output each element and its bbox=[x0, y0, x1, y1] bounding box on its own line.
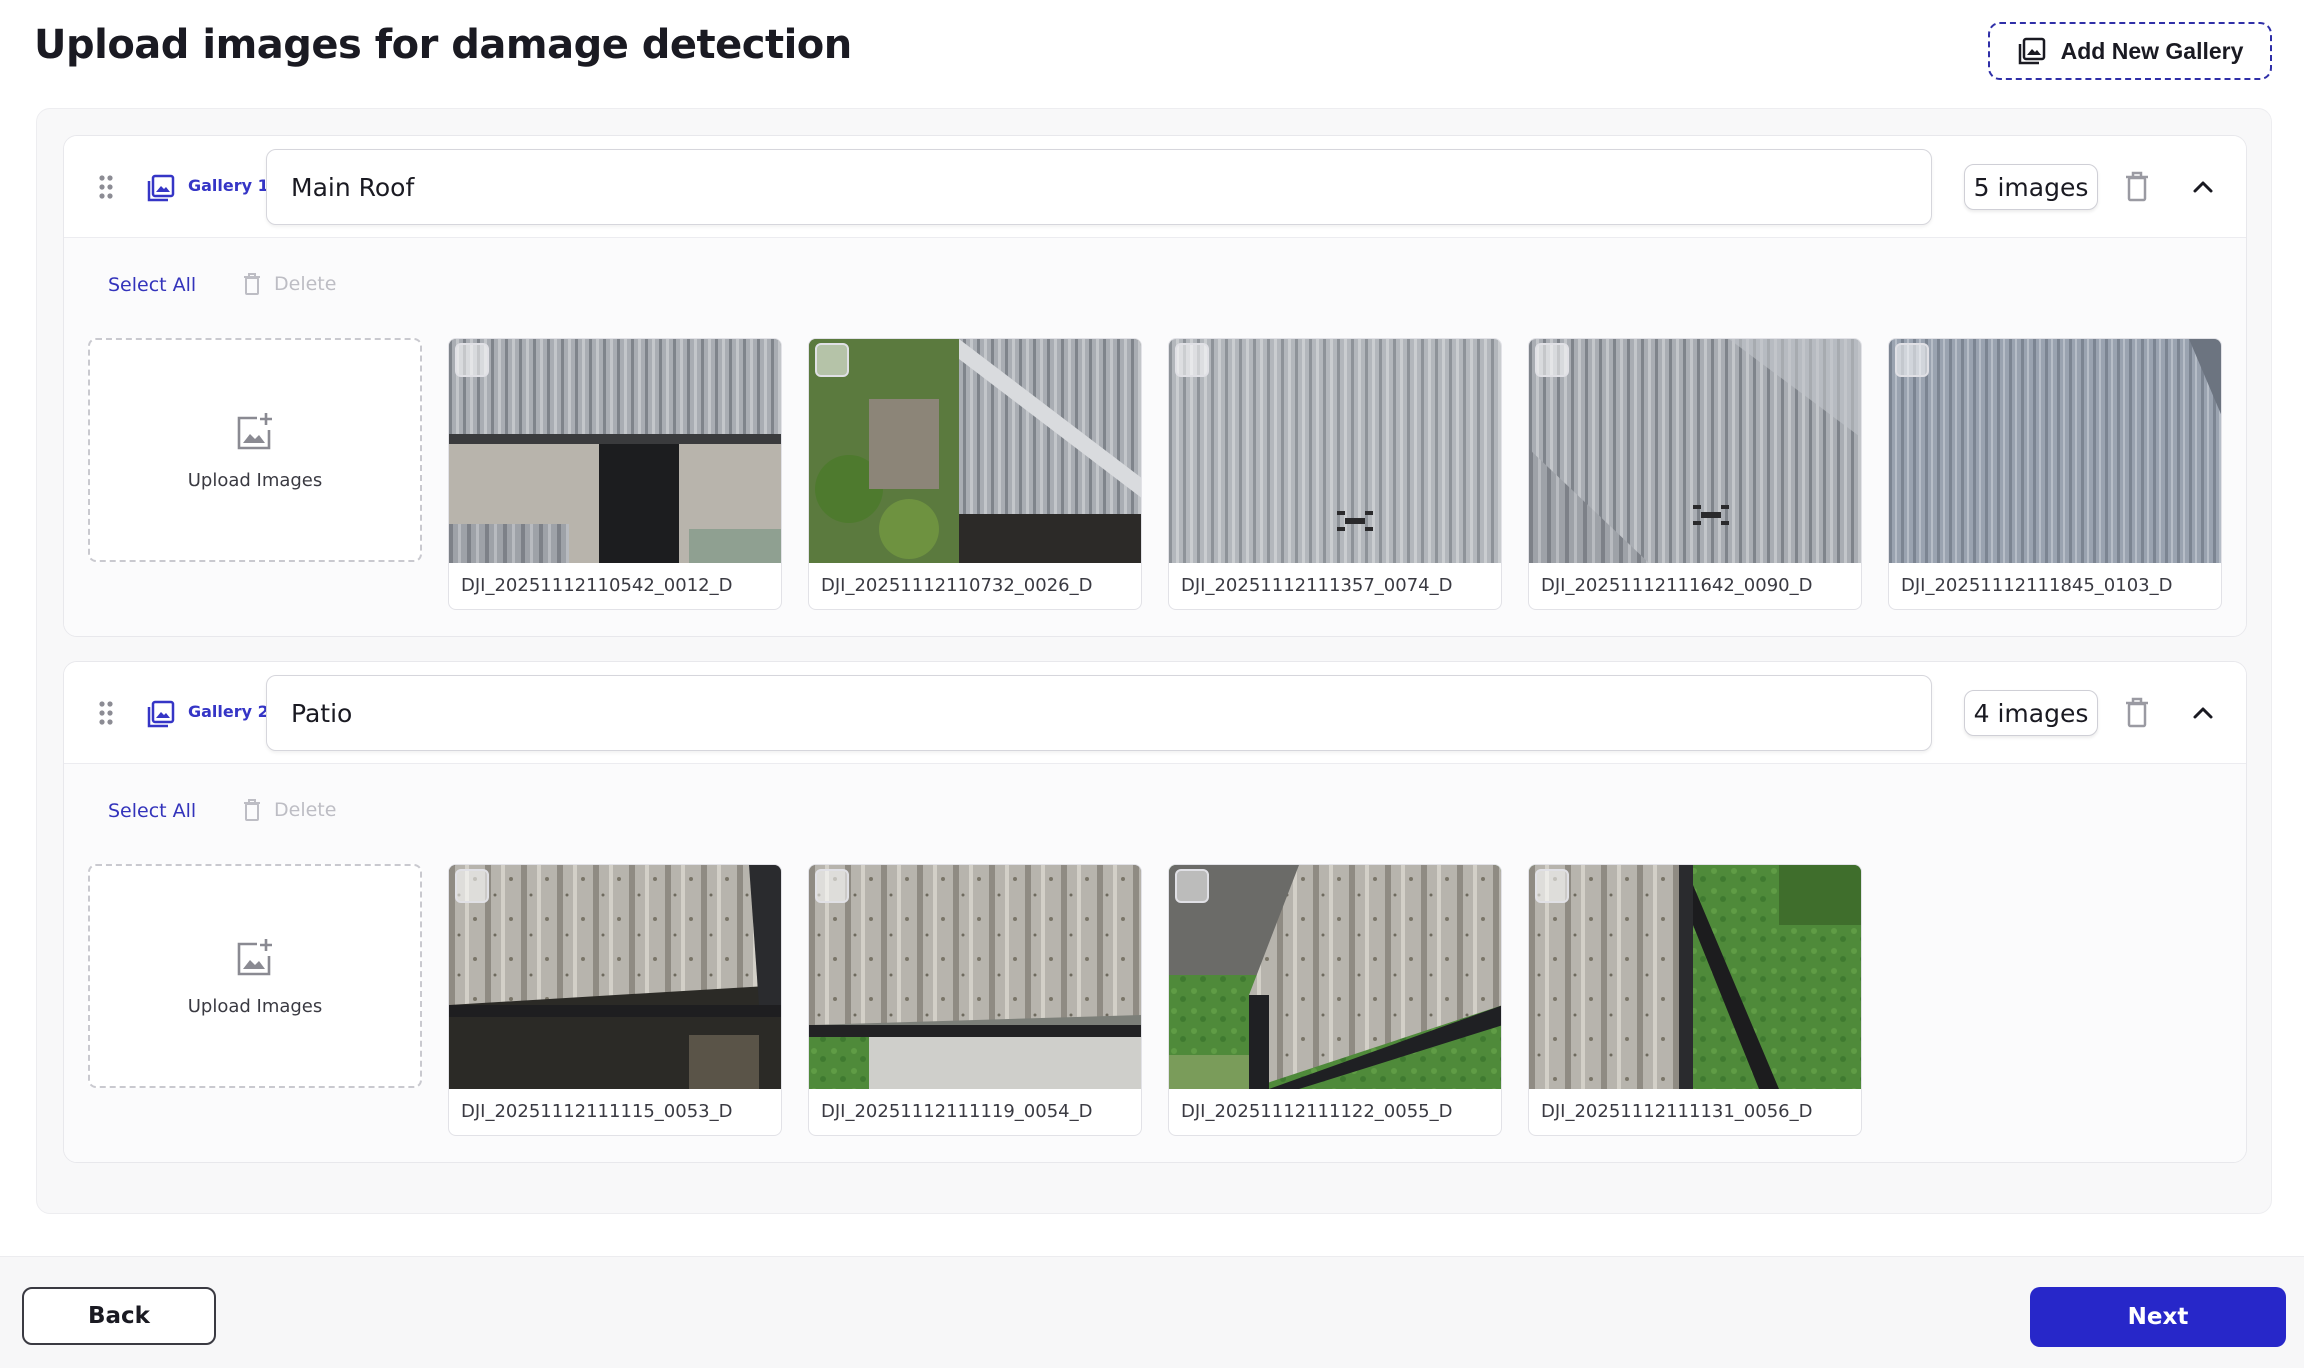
delete-label: Delete bbox=[274, 799, 337, 821]
image-filename: DJI_20251112111115_0053_D bbox=[461, 1101, 733, 1122]
image-add-icon bbox=[237, 412, 272, 449]
image-thumbnail[interactable]: DJI_20251112111119_0054_D bbox=[808, 864, 1142, 1136]
gallery-icon bbox=[147, 700, 175, 728]
image-add-icon bbox=[237, 938, 272, 975]
gallery-name-input[interactable] bbox=[266, 149, 1932, 225]
trash-icon[interactable] bbox=[2122, 696, 2152, 730]
image-filename: DJI_20251112111357_0074_D bbox=[1181, 575, 1453, 596]
image-count-badge: 5 images bbox=[1964, 164, 2098, 210]
trash-icon bbox=[244, 273, 260, 295]
image-thumbnail[interactable]: DJI_20251112111642_0090_D bbox=[1528, 338, 1862, 610]
upload-images-dropzone[interactable]: Upload Images bbox=[88, 338, 422, 562]
image-filename: DJI_20251112110732_0026_D bbox=[821, 575, 1093, 596]
image-select-checkbox[interactable] bbox=[1535, 869, 1569, 903]
gallery-card-2: Gallery 2 4 images Select All Delete bbox=[63, 661, 2247, 1163]
add-new-gallery-button[interactable]: Add New Gallery bbox=[1988, 22, 2272, 80]
upload-images-label: Upload Images bbox=[187, 469, 323, 491]
gallery-body: Select All Delete Upload Images DJI_2025… bbox=[64, 238, 2246, 636]
image-thumbnail[interactable]: DJI_20251112111122_0055_D bbox=[1168, 864, 1502, 1136]
upload-images-label: Upload Images bbox=[187, 995, 323, 1017]
chevron-up-icon[interactable] bbox=[2186, 696, 2220, 730]
image-preview bbox=[809, 339, 1141, 563]
chevron-up-icon[interactable] bbox=[2186, 170, 2220, 204]
image-select-checkbox[interactable] bbox=[1175, 869, 1209, 903]
image-select-checkbox[interactable] bbox=[1175, 343, 1209, 377]
image-count-badge: 4 images bbox=[1964, 690, 2098, 736]
image-thumbnail[interactable]: DJI_20251112111131_0056_D bbox=[1528, 864, 1862, 1136]
trash-icon[interactable] bbox=[2122, 170, 2152, 204]
gallery-label: Gallery 1 bbox=[188, 176, 269, 195]
gallery-body: Select All Delete Upload Images DJI_2025… bbox=[64, 764, 2246, 1162]
add-new-gallery-label: Add New Gallery bbox=[2060, 37, 2244, 64]
image-preview bbox=[1889, 339, 2221, 563]
image-filename: DJI_20251112111642_0090_D bbox=[1541, 575, 1813, 596]
image-preview bbox=[1169, 865, 1501, 1089]
gallery-icon bbox=[2018, 37, 2045, 65]
image-filename: DJI_20251112111119_0054_D bbox=[821, 1101, 1093, 1122]
footer-bar: Back Next bbox=[0, 1256, 2304, 1368]
gallery-header: Gallery 2 4 images bbox=[64, 662, 2246, 764]
gallery-card-1: Gallery 1 5 images Select All Delete bbox=[63, 135, 2247, 637]
image-preview bbox=[1529, 339, 1861, 563]
image-thumbnail[interactable]: DJI_20251112110732_0026_D bbox=[808, 338, 1142, 610]
image-select-checkbox[interactable] bbox=[815, 343, 849, 377]
image-thumbnail[interactable]: DJI_20251112111845_0103_D bbox=[1888, 338, 2222, 610]
image-thumbnail[interactable]: DJI_20251112111357_0074_D bbox=[1168, 338, 1502, 610]
delete-label: Delete bbox=[274, 273, 337, 295]
image-preview bbox=[1169, 339, 1501, 563]
image-select-checkbox[interactable] bbox=[1535, 343, 1569, 377]
galleries-panel: Gallery 1 5 images Select All Delete bbox=[36, 108, 2272, 1214]
select-all-button[interactable]: Select All bbox=[108, 274, 196, 296]
back-button[interactable]: Back bbox=[22, 1287, 216, 1345]
image-preview bbox=[449, 865, 781, 1089]
select-all-button[interactable]: Select All bbox=[108, 800, 196, 822]
gallery-label: Gallery 2 bbox=[188, 702, 269, 721]
gallery-name-input[interactable] bbox=[266, 675, 1932, 751]
image-filename: DJI_20251112111131_0056_D bbox=[1541, 1101, 1813, 1122]
next-button[interactable]: Next bbox=[2030, 1287, 2286, 1347]
image-select-checkbox[interactable] bbox=[455, 343, 489, 377]
drag-handle-icon[interactable] bbox=[98, 700, 114, 726]
gallery-icon bbox=[147, 174, 175, 202]
image-select-checkbox[interactable] bbox=[1895, 343, 1929, 377]
image-preview bbox=[449, 339, 781, 563]
trash-icon bbox=[244, 799, 260, 821]
drag-handle-icon[interactable] bbox=[98, 174, 114, 200]
image-filename: DJI_20251112110542_0012_D bbox=[461, 575, 733, 596]
image-preview bbox=[809, 865, 1141, 1089]
image-filename: DJI_20251112111845_0103_D bbox=[1901, 575, 2173, 596]
image-select-checkbox[interactable] bbox=[815, 869, 849, 903]
image-thumbnail[interactable]: DJI_20251112110542_0012_D bbox=[448, 338, 782, 610]
image-thumbnail[interactable]: DJI_20251112111115_0053_D bbox=[448, 864, 782, 1136]
delete-selected-button[interactable]: Delete bbox=[242, 272, 336, 296]
gallery-header: Gallery 1 5 images bbox=[64, 136, 2246, 238]
page-title: Upload images for damage detection bbox=[34, 22, 852, 68]
image-select-checkbox[interactable] bbox=[455, 869, 489, 903]
upload-images-dropzone[interactable]: Upload Images bbox=[88, 864, 422, 1088]
delete-selected-button[interactable]: Delete bbox=[242, 798, 336, 822]
image-preview bbox=[1529, 865, 1861, 1089]
image-filename: DJI_20251112111122_0055_D bbox=[1181, 1101, 1453, 1122]
